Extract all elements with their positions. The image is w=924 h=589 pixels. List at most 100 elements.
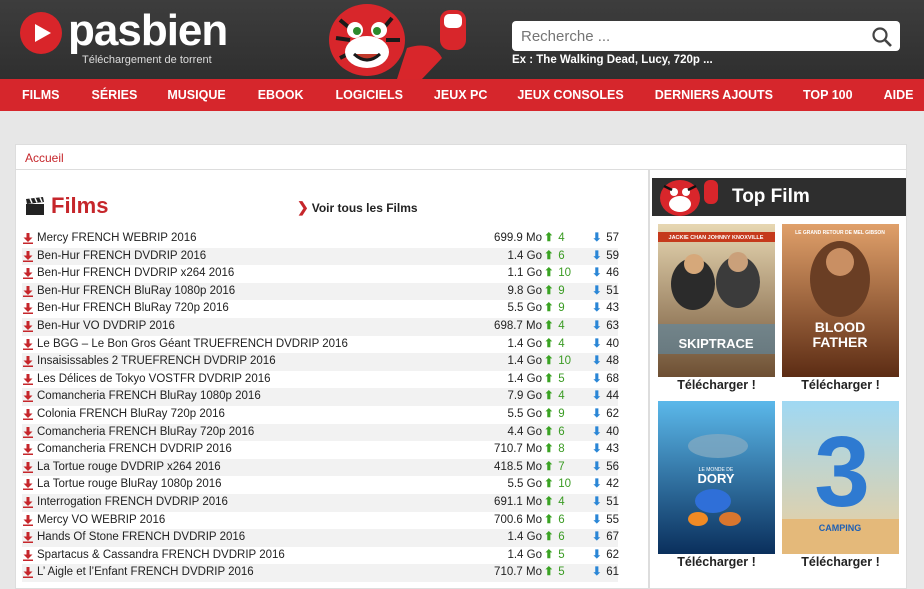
svg-text:BLOOD: BLOOD: [815, 319, 866, 335]
film-name[interactable]: Mercy FRENCH WEBRIP 2016: [37, 230, 197, 248]
poster-dory[interactable]: LE MONDE DE DORY: [658, 401, 775, 554]
leechers-count: ⬇ 51: [592, 283, 619, 301]
film-name[interactable]: Ben-Hur VO DVDRIP 2016: [37, 318, 175, 336]
arrow-down-icon: ⬇: [592, 355, 602, 368]
seeders-count: ⬆ 9: [544, 283, 565, 301]
nav-jeux-pc[interactable]: JEUX PC: [434, 88, 488, 102]
top-film-sidebar: Top Film SKIPTRACE JACKIE CHAN JOHNNY KN…: [649, 169, 907, 589]
arrow-up-icon: ⬆: [544, 284, 554, 297]
film-row[interactable]: Insaisissables 2 TRUEFRENCH DVDRIP 2016 1…: [22, 353, 619, 371]
film-name[interactable]: Ben-Hur FRENCH DVDRIP 2016: [37, 248, 206, 266]
film-row[interactable]: Ben-Hur FRENCH BluRay 1080p 2016 9.8 Go ⬆ …: [22, 282, 619, 301]
film-row[interactable]: Comancheria FRENCH BluRay 1080p 2016 7.9 …: [22, 388, 619, 406]
svg-text:FATHER: FATHER: [813, 334, 868, 350]
film-size: 5.5 Go: [507, 407, 542, 420]
film-name[interactable]: Colonia FRENCH BluRay 720p 2016: [37, 406, 225, 424]
arrow-up-icon: ⬆: [544, 267, 554, 280]
seeders-count: ⬆ 9: [544, 406, 565, 424]
arrow-up-icon: ⬆: [544, 407, 554, 420]
film-name[interactable]: Mercy VO WEBRIP 2016: [37, 512, 165, 530]
site-logo[interactable]: pasbien Téléchargement de torrent: [20, 6, 245, 68]
film-size: 5.5 Go: [507, 478, 542, 491]
download-link[interactable]: Télécharger !: [658, 378, 775, 392]
tiger-mascot-icon: [329, 4, 466, 79]
film-row[interactable]: Comancheria FRENCH DVDRIP 2016 710.7 Mo ⬆ …: [22, 441, 619, 459]
film-name[interactable]: La Tortue rouge DVDRIP x264 2016: [37, 459, 221, 477]
film-row[interactable]: Ben-Hur FRENCH DVDRIP x264 2016 1.1 Go ⬆ 1…: [22, 265, 619, 283]
leechers-count: ⬇ 42: [592, 476, 619, 494]
nav-derniers-ajouts[interactable]: DERNIERS AJOUTS: [655, 88, 773, 102]
film-row[interactable]: Ben-Hur FRENCH DVDRIP 2016 1.4 Go ⬆ 6 ⬇ 59: [22, 247, 619, 266]
nav-ebook[interactable]: EBOOK: [258, 88, 304, 102]
film-size: 1.4 Go: [507, 372, 542, 385]
nav-aide[interactable]: AIDE: [884, 88, 914, 102]
film-row[interactable]: Le BGG – Le Bon Gros Géant TRUEFRENCH DV…: [22, 336, 619, 354]
search-icon[interactable]: [871, 26, 893, 48]
download-icon: [23, 373, 33, 385]
film-name[interactable]: Interrogation FRENCH DVDRIP 2016: [37, 494, 228, 512]
download-icon: [23, 356, 33, 368]
film-name[interactable]: Ben-Hur FRENCH BluRay 720p 2016: [37, 300, 229, 318]
arrow-up-icon: ⬆: [544, 425, 554, 438]
film-name[interactable]: Comancheria FRENCH DVDRIP 2016: [37, 441, 232, 459]
seeders-count: ⬆ 5: [544, 547, 565, 565]
download-link[interactable]: Télécharger !: [782, 378, 899, 392]
arrow-down-icon: ⬇: [592, 302, 602, 315]
film-name[interactable]: Insaisissables 2 TRUEFRENCH DVDRIP 2016: [37, 353, 276, 371]
film-row[interactable]: La Tortue rouge DVDRIP x264 2016 418.5 Mo…: [22, 458, 619, 477]
poster-skiptrace[interactable]: SKIPTRACE JACKIE CHAN JOHNNY KNOXVILLE: [658, 224, 775, 377]
arrow-up-icon: ⬆: [544, 232, 554, 244]
film-row[interactable]: La Tortue rouge BluRay 1080p 2016 5.5 Go ⬆…: [22, 476, 619, 494]
film-name[interactable]: Le BGG – Le Bon Gros Géant TRUEFRENCH DV…: [37, 336, 348, 354]
download-icon: [23, 268, 33, 280]
film-row[interactable]: Hands Of Stone FRENCH DVDRIP 2016 1.4 Go ⬆…: [22, 529, 619, 547]
film-name[interactable]: La Tortue rouge BluRay 1080p 2016: [37, 476, 222, 494]
film-name[interactable]: Spartacus & Cassandra FRENCH DVDRIP 2016: [37, 547, 285, 565]
film-name[interactable]: Ben-Hur FRENCH BluRay 1080p 2016: [37, 283, 235, 301]
poster-blood-father[interactable]: LE GRAND RETOUR DE MEL GIBSON BLOOD FATH…: [782, 224, 899, 377]
arrow-up-icon: ⬆: [544, 319, 554, 332]
nav-jeux-consoles[interactable]: JEUX CONSOLES: [517, 88, 623, 102]
seeders-count: ⬆ 7: [544, 459, 565, 477]
nav-films[interactable]: FILMS: [22, 88, 60, 102]
film-row[interactable]: Interrogation FRENCH DVDRIP 2016 691.1 Mo…: [22, 493, 619, 512]
film-row[interactable]: Mercy VO WEBRIP 2016 700.6 Mo ⬆ 6 ⬇ 55: [22, 512, 619, 530]
download-icon: [23, 532, 33, 544]
film-row[interactable]: Ben-Hur FRENCH BluRay 720p 2016 5.5 Go ⬆ 9…: [22, 300, 619, 318]
poster-camping-3[interactable]: 3 CAMPING: [782, 401, 899, 554]
film-name[interactable]: Ben-Hur FRENCH DVDRIP x264 2016: [37, 265, 234, 283]
leechers-count: ⬇ 48: [592, 353, 619, 371]
arrow-down-icon: ⬇: [592, 267, 602, 280]
films-title: Films: [51, 193, 109, 218]
film-name[interactable]: Hands Of Stone FRENCH DVDRIP 2016: [37, 529, 245, 547]
arrow-down-icon: ⬇: [592, 390, 602, 403]
download-link[interactable]: Télécharger !: [782, 555, 899, 569]
search-input[interactable]: [512, 21, 900, 51]
download-icon: [23, 479, 33, 491]
arrow-up-icon: ⬆: [544, 390, 554, 403]
film-row[interactable]: Colonia FRENCH BluRay 720p 2016 5.5 Go ⬆ 9…: [22, 406, 619, 424]
film-row[interactable]: Les Délices de Tokyo VOSTFR DVDRIP 2016 1…: [22, 371, 619, 389]
film-name[interactable]: L’ Aigle et l’Enfant FRENCH DVDRIP 2016: [37, 564, 254, 582]
film-name[interactable]: Comancheria FRENCH BluRay 1080p 2016: [37, 388, 261, 406]
film-size: 1.4 Go: [507, 531, 542, 544]
film-row[interactable]: Mercy FRENCH WEBRIP 2016 699.9 Mo ⬆ 4 ⬇ 57: [22, 230, 619, 248]
nav-top-100[interactable]: TOP 100: [803, 88, 853, 102]
nav-logiciels[interactable]: LOGICIELS: [336, 88, 403, 102]
film-row[interactable]: Ben-Hur VO DVDRIP 2016 698.7 Mo ⬆ 4 ⬇ 63: [22, 317, 619, 336]
seeders-count: ⬆ 10: [544, 476, 571, 494]
download-link[interactable]: Télécharger !: [658, 555, 775, 569]
nav-series[interactable]: SÉRIES: [92, 88, 138, 102]
arrow-down-icon: ⬇: [592, 232, 602, 244]
download-icon: [23, 250, 33, 262]
seeders-count: ⬆ 6: [544, 529, 565, 547]
film-row[interactable]: L’ Aigle et l’Enfant FRENCH DVDRIP 2016 7…: [22, 564, 619, 582]
leechers-count: ⬇ 40: [592, 336, 619, 354]
breadcrumb-home-link[interactable]: Accueil: [25, 151, 64, 165]
film-name[interactable]: Comancheria FRENCH BluRay 720p 2016: [37, 424, 254, 442]
film-name[interactable]: Les Délices de Tokyo VOSTFR DVDRIP 2016: [37, 371, 271, 389]
film-row[interactable]: Spartacus & Cassandra FRENCH DVDRIP 2016…: [22, 547, 619, 565]
nav-musique[interactable]: MUSIQUE: [167, 88, 225, 102]
film-row[interactable]: Comancheria FRENCH BluRay 720p 2016 4.4 G…: [22, 423, 619, 442]
see-all-films-link[interactable]: ❯ Voir tous les Films: [297, 199, 418, 216]
